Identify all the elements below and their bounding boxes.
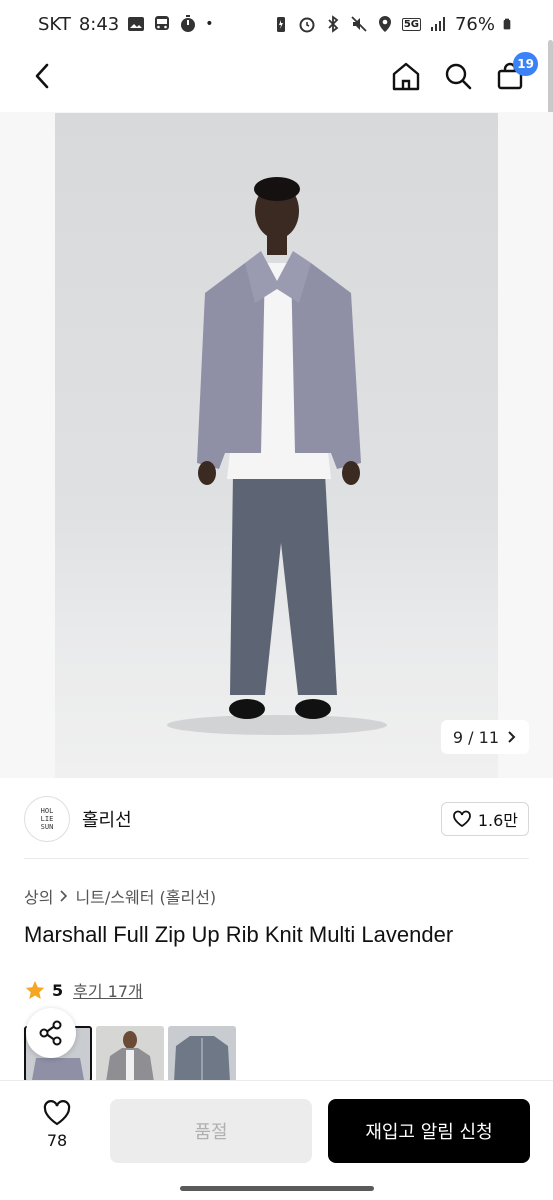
product-image-carousel[interactable]: 9 / 11 [0,112,553,778]
battery-icon [503,18,511,30]
breadcrumb-category[interactable]: 상의 [24,884,53,908]
search-button[interactable] [440,58,476,94]
rating-value: 5 [52,980,64,1000]
signal-icon [430,17,445,31]
brand-like-count: 1.6만 [477,811,518,830]
brand-name[interactable]: 홀리선 [82,806,132,832]
battery-saver-icon [276,17,285,32]
timer-notification-icon [181,15,196,32]
brand-row[interactable]: HOL LIE SUN 홀리선 1.6만 [0,778,553,860]
brand-like-button[interactable]: 1.6만 [440,802,529,836]
battery-percent: 76% [454,13,495,35]
restock-notify-button[interactable]: 재입고 알림 신청 [328,1099,530,1163]
carrier-label: SKT [38,13,71,35]
model-wearing-cardigan-image [167,177,387,735]
status-bar: SKT 8:43 • 5G 76% [0,0,553,48]
heart-outline-icon [43,1100,71,1126]
product-title: Marshall Full Zip Up Rib Knit Multi Lave… [24,922,454,947]
bus-notification-icon [155,16,170,30]
share-icon [39,1020,62,1046]
brand-logo[interactable]: HOL LIE SUN [24,796,70,842]
chevron-right-icon [508,731,516,743]
chevron-left-icon [35,63,49,89]
reviews-link[interactable]: 후기 17개 [73,978,143,1002]
wishlist-count: 78 [46,1131,68,1150]
bottom-action-bar: 78 품절 재입고 알림 신청 [0,1080,553,1178]
more-notifications-dot: • [205,16,214,32]
thumbnail-image [168,1026,236,1082]
home-indicator[interactable] [180,1186,374,1191]
top-navigation: 19 [0,48,553,106]
bluetooth-icon [328,15,339,33]
heart-outline-icon [452,810,471,828]
cart-count-badge: 19 [513,52,538,76]
mute-icon [351,16,367,32]
sold-out-button[interactable]: 품절 [110,1099,312,1163]
clock: 8:43 [78,13,120,35]
share-button[interactable] [26,1008,76,1058]
breadcrumb-subcategory[interactable]: 니트/스웨터 (홀리선) [75,884,216,908]
product-photo [55,113,498,778]
wishlist-button[interactable]: 78 [26,1099,88,1150]
star-icon [25,980,45,999]
rating-row: 5 후기 17개 [24,978,143,1002]
image-counter-label: 9 / 11 [452,727,499,747]
gallery-notification-icon [128,17,145,31]
cart-button[interactable]: 19 [492,52,538,94]
location-icon [378,16,391,32]
home-icon [392,62,420,91]
alarm-icon [299,17,315,33]
divider [24,858,529,859]
back-button[interactable] [24,58,60,94]
chevron-right-icon [60,890,68,902]
home-button[interactable] [388,58,424,94]
breadcrumb: 상의 니트/스웨터 (홀리선) [24,884,216,908]
thumbnail-image [96,1026,164,1082]
search-icon [445,63,472,90]
network-type-label: 5G [401,17,421,31]
thumbnail-3[interactable] [168,1026,236,1082]
image-counter-button[interactable]: 9 / 11 [440,720,529,754]
thumbnail-2[interactable] [96,1026,164,1082]
